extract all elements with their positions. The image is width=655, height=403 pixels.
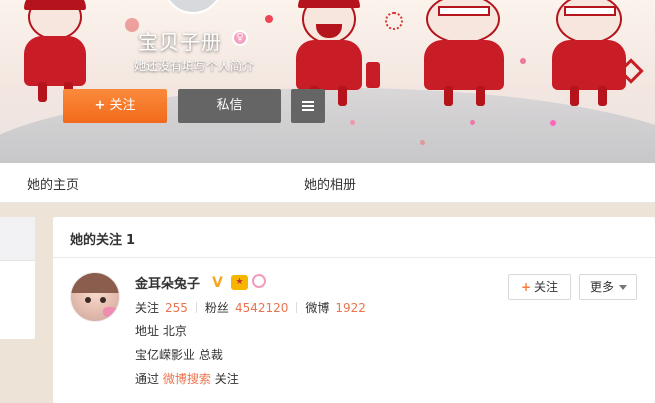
plus-icon: + [520,280,532,294]
tab-home[interactable]: 她的主页 [27,174,79,193]
following-count: 1 [126,233,136,248]
profile-nav: 她的主页 她的相册 [0,163,655,203]
banner-confetti [550,120,556,126]
user-more-button[interactable]: 更多 [579,274,637,300]
side-panel-header [0,217,35,261]
female-icon [252,274,266,288]
user-stats: 关注 255 粉丝 4542120 微博 1922 [135,299,366,316]
banner-confetti [520,58,526,64]
tab-album[interactable]: 她的相册 [304,174,356,193]
banner-confetti [385,12,403,30]
menu-icon [302,105,314,107]
cartoon-character [540,0,640,106]
user-more-label: 更多 [590,280,615,294]
banner-confetti [350,120,355,125]
follow-button[interactable]: + 关注 [63,89,167,123]
user-name-link[interactable]: 金耳朵兔子 [135,273,200,292]
side-panel [0,217,35,339]
profile-banner: 宝贝子册 ♀ 她还没有填写个人简介 + 关注 私信 [0,0,655,163]
profile-bio: 她还没有填写个人简介 [134,59,255,73]
divider [195,302,197,313]
follow-source-prefix: 通过 [135,372,160,386]
cartoon-character [416,0,516,106]
follows-label: 关注 [135,301,160,315]
banner-confetti [470,120,475,125]
following-title: 她的关注 1 [70,229,135,248]
verified-icon: V [212,275,223,291]
message-button[interactable]: 私信 [178,89,281,123]
vip-badge-icon: ★ [231,275,248,290]
follow-source-link[interactable]: 微博搜索 [163,372,211,386]
female-badge-icon: ♀ [232,30,248,46]
chevron-down-icon [619,285,627,290]
banner-confetti [265,15,273,23]
user-follow-button[interactable]: + 关注 [508,274,571,300]
banner-confetti [125,18,139,32]
more-menu-button[interactable] [291,89,325,123]
profile-avatar[interactable] [163,0,223,14]
user-follow-label: 关注 [534,280,559,294]
banner-confetti [420,140,425,145]
user-title: 宝亿嵘影业 总裁 [135,348,223,362]
menu-icon [302,101,314,103]
plus-icon: + [94,98,106,113]
fans-count[interactable]: 4542120 [235,301,288,315]
weibo-count[interactable]: 1922 [335,301,366,315]
following-card: 她的关注 1 金耳朵兔子 V ★ 关注 255 粉丝 4542120 微博 1922 地址 … [53,217,655,403]
location-value: 北京 [162,324,187,338]
menu-icon [302,109,314,111]
fans-label: 粉丝 [204,301,229,315]
user-avatar[interactable] [70,272,120,322]
follow-source-suffix: 关注 [214,372,239,386]
following-title-text: 她的关注 [70,233,123,248]
firecracker [366,62,380,88]
profile-nickname: 宝贝子册 [138,30,222,54]
location-label: 地址 [135,324,160,338]
divider [296,302,298,313]
follow-button-label: 关注 [109,98,136,113]
user-location: 地址 北京 [135,322,187,339]
follows-count[interactable]: 255 [165,301,188,315]
follow-source: 通过 微博搜索 关注 [135,370,239,387]
divider [53,257,655,258]
weibo-label: 微博 [305,301,330,315]
